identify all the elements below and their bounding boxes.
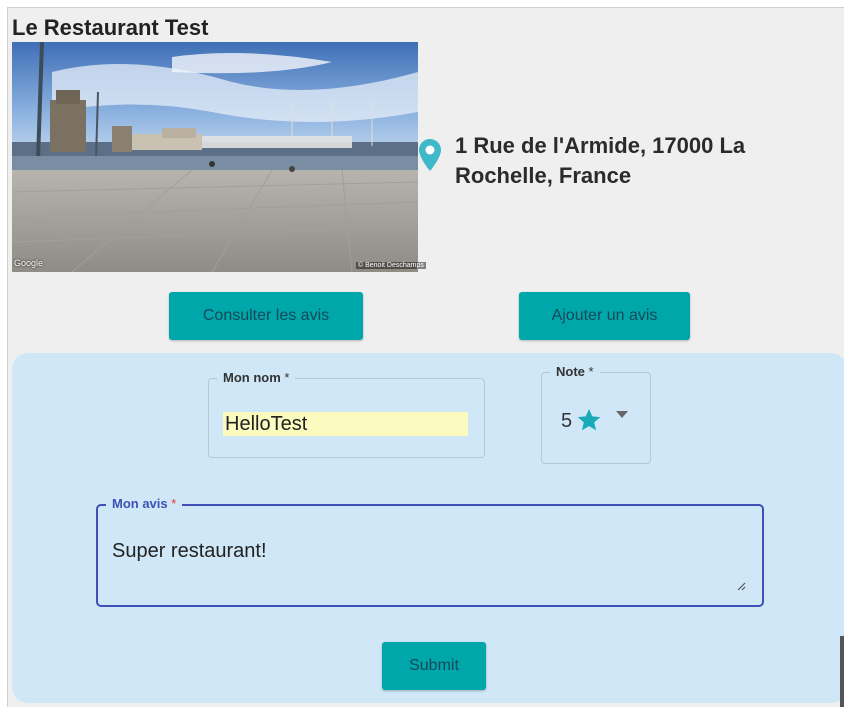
add-review-button[interactable]: Ajouter un avis <box>519 292 690 340</box>
review-textarea[interactable]: Super restaurant! <box>112 540 732 570</box>
review-form-panel: Mon nom * Note * 5 Mon avis * Super rest… <box>12 353 844 703</box>
name-field-label: Mon nom * <box>217 370 296 385</box>
review-field[interactable]: Mon avis * Super restaurant! <box>96 496 764 607</box>
star-icon <box>577 408 601 431</box>
scrollbar-thumb[interactable] <box>840 636 844 707</box>
name-input[interactable] <box>223 412 468 436</box>
map-pin-icon <box>419 139 441 171</box>
restaurant-name: Le Restaurant Test <box>12 15 209 40</box>
review-field-label: Mon avis * <box>106 496 183 511</box>
consult-reviews-button[interactable]: Consulter les avis <box>169 292 363 340</box>
submit-button[interactable]: Submit <box>382 642 486 690</box>
resize-handle-icon[interactable] <box>736 581 746 591</box>
note-select[interactable]: Note * 5 <box>541 364 651 464</box>
note-selected-value: 5 <box>561 410 573 432</box>
page: Le Restaurant Test Google © Benoit Desch… <box>7 7 844 707</box>
note-field-label: Note * <box>550 364 600 379</box>
caret-down-icon[interactable] <box>616 411 628 419</box>
street-view-photo <box>12 42 418 272</box>
name-field[interactable]: Mon nom * <box>208 370 485 458</box>
photo-credit: © Benoit Deschamps <box>356 262 426 269</box>
restaurant-address: 1 Rue de l'Armide, 17000 La Rochelle, Fr… <box>455 133 746 188</box>
google-logo: Google <box>14 258 44 268</box>
